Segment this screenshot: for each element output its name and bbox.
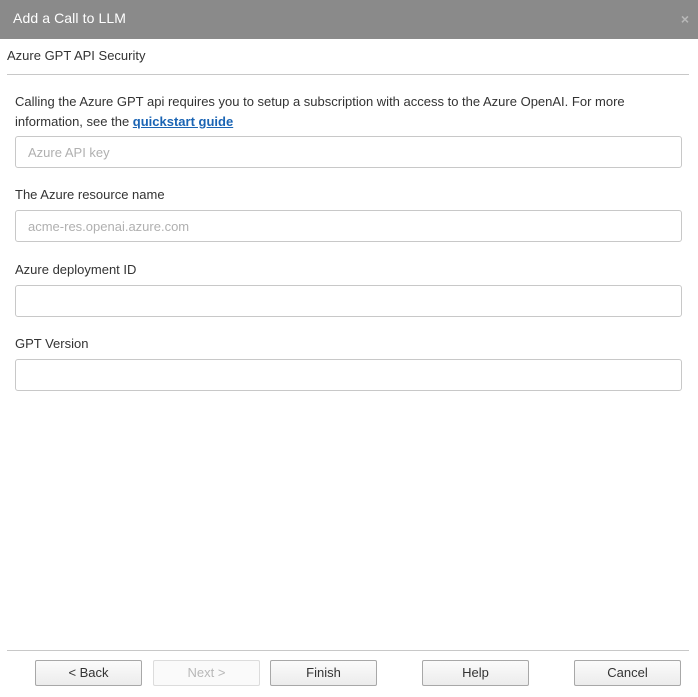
description-text: Calling the Azure GPT api requires you t… bbox=[15, 92, 685, 132]
finish-button[interactable]: Finish bbox=[270, 660, 377, 686]
add-llm-call-dialog: Add a Call to LLM × Azure GPT API Securi… bbox=[0, 0, 698, 697]
help-button[interactable]: Help bbox=[422, 660, 529, 686]
section-title: Azure GPT API Security bbox=[7, 48, 146, 63]
title-bar[interactable]: Add a Call to LLM × bbox=[0, 0, 698, 39]
next-button: Next > bbox=[153, 660, 260, 686]
gpt-version-label: GPT Version bbox=[15, 336, 89, 351]
footer-divider bbox=[7, 650, 689, 651]
resource-name-label: The Azure resource name bbox=[15, 187, 165, 202]
section-divider bbox=[7, 74, 689, 75]
deployment-id-label: Azure deployment ID bbox=[15, 262, 137, 277]
resource-name-input[interactable] bbox=[15, 210, 682, 242]
description-body: Calling the Azure GPT api requires you t… bbox=[15, 94, 625, 129]
deployment-id-input[interactable] bbox=[15, 285, 682, 317]
dialog-title: Add a Call to LLM bbox=[13, 10, 126, 26]
back-button[interactable]: < Back bbox=[35, 660, 142, 686]
close-icon[interactable]: × bbox=[678, 11, 692, 27]
gpt-version-input[interactable] bbox=[15, 359, 682, 391]
quickstart-guide-link[interactable]: quickstart guide bbox=[133, 114, 233, 129]
cancel-button[interactable]: Cancel bbox=[574, 660, 681, 686]
azure-api-key-input[interactable] bbox=[15, 136, 682, 168]
